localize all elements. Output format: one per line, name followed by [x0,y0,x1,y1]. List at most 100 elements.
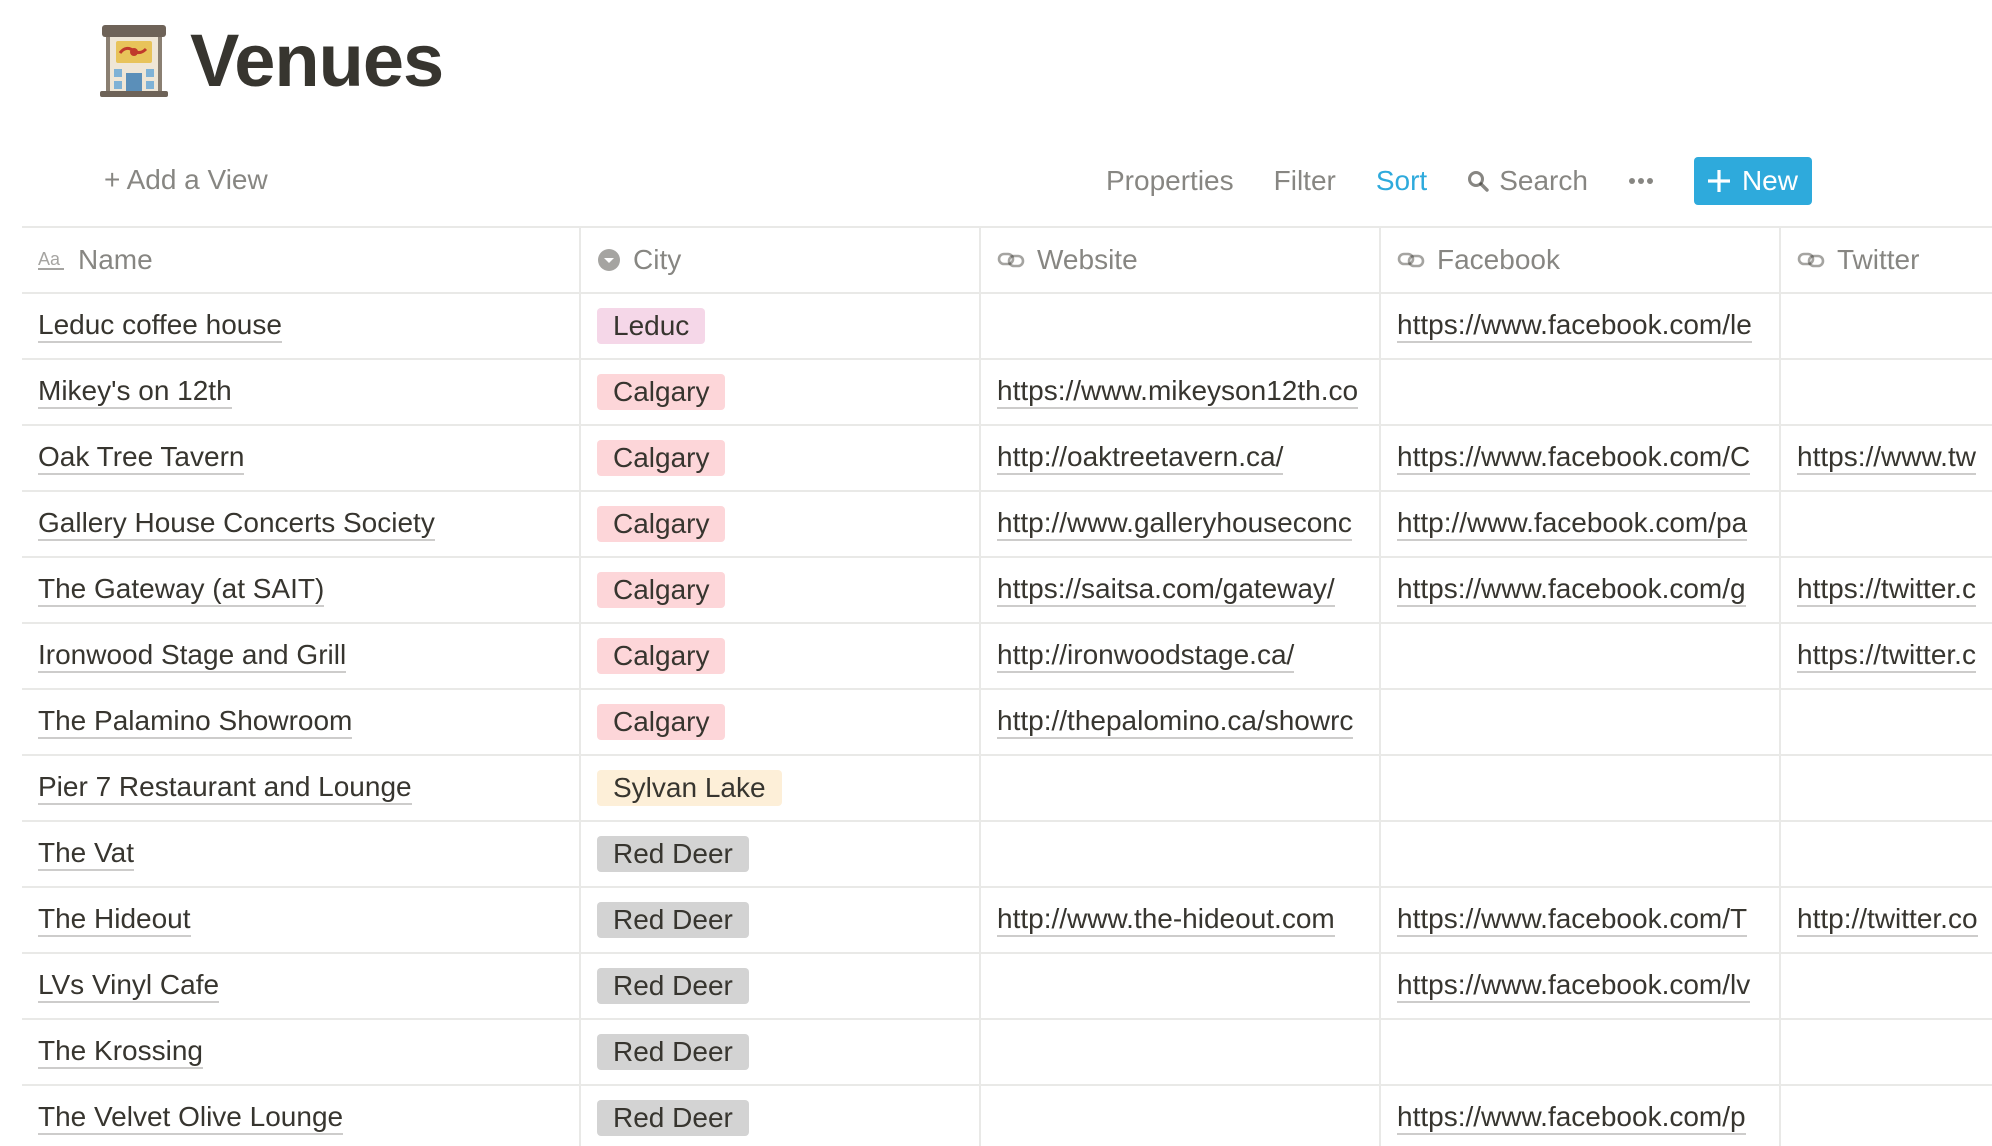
name-cell[interactable]: Leduc coffee house [22,294,581,358]
name-cell[interactable]: Ironwood Stage and Grill [22,624,581,688]
website-cell[interactable] [981,294,1381,358]
more-options-button[interactable] [1628,177,1654,185]
twitter-cell[interactable] [1781,954,1992,1018]
website-cell[interactable] [981,1020,1381,1084]
facebook-link[interactable]: https://www.facebook.com/lv [1397,969,1751,1003]
name-cell[interactable]: The Hideout [22,888,581,952]
twitter-link[interactable]: https://www.tw [1797,441,1976,475]
table-row[interactable]: Mikey's on 12th Calgary https://www.mikeys… [22,360,1992,426]
twitter-link[interactable]: http://twitter.co [1797,903,1978,937]
twitter-cell[interactable]: https://twitter.c [1781,558,1992,622]
twitter-cell[interactable] [1781,690,1992,754]
venue-name[interactable]: Leduc coffee house [38,309,282,343]
venue-name[interactable]: Mikey's on 12th [38,375,232,409]
website-link[interactable]: http://www.the-hideout.com [997,903,1335,937]
facebook-cell[interactable] [1381,624,1781,688]
website-cell[interactable]: http://ironwoodstage.ca/ [981,624,1381,688]
venue-name[interactable]: The Velvet Olive Lounge [38,1101,344,1135]
twitter-cell[interactable] [1781,360,1992,424]
website-link[interactable]: http://thepalomino.ca/showrc [997,705,1354,739]
table-row[interactable]: Gallery House Concerts Society Calgary htt… [22,492,1992,558]
website-cell[interactable] [981,954,1381,1018]
facebook-link[interactable]: https://www.facebook.com/C [1397,441,1751,475]
new-button[interactable]: New [1693,157,1812,205]
facebook-link[interactable]: http://www.facebook.com/pa [1397,507,1748,541]
twitter-cell[interactable] [1781,756,1992,820]
city-cell[interactable]: Calgary [581,624,981,688]
website-cell[interactable]: http://www.galleryhouseconc [981,492,1381,556]
twitter-cell[interactable]: https://www.tw [1781,426,1992,490]
name-cell[interactable]: The Gateway (at SAIT) [22,558,581,622]
city-cell[interactable]: Calgary [581,360,981,424]
name-cell[interactable]: Oak Tree Tavern [22,426,581,490]
venue-name[interactable]: The Vat [38,837,134,871]
website-cell[interactable] [981,756,1381,820]
table-row[interactable]: LVs Vinyl Cafe Red Deer https://www.facebo… [22,954,1992,1020]
name-cell[interactable]: Pier 7 Restaurant and Lounge [22,756,581,820]
website-link[interactable]: http://ironwoodstage.ca/ [997,639,1295,673]
facebook-cell[interactable]: https://www.facebook.com/le [1381,294,1781,358]
post-office-icon[interactable] [98,23,170,99]
facebook-link[interactable]: https://www.facebook.com/p [1397,1101,1746,1135]
table-row[interactable]: Pier 7 Restaurant and Lounge Sylvan Lake [22,756,1992,822]
facebook-cell[interactable]: https://www.facebook.com/lv [1381,954,1781,1018]
website-cell[interactable] [981,1086,1381,1146]
table-row[interactable]: The Vat Red Deer [22,822,1992,888]
website-cell[interactable]: https://www.mikeyson12th.co [981,360,1381,424]
column-header-name[interactable]: Aa Name [22,228,581,292]
city-cell[interactable]: Sylvan Lake [581,756,981,820]
facebook-cell[interactable]: http://www.facebook.com/pa [1381,492,1781,556]
name-cell[interactable]: The Vat [22,822,581,886]
city-cell[interactable]: Calgary [581,492,981,556]
website-link[interactable]: https://www.mikeyson12th.co [997,375,1359,409]
facebook-cell[interactable] [1381,360,1781,424]
table-row[interactable]: The Velvet Olive Lounge Red Deer https://w… [22,1086,1992,1146]
twitter-cell[interactable] [1781,1086,1992,1146]
twitter-link[interactable]: https://twitter.c [1797,573,1976,607]
name-cell[interactable]: The Velvet Olive Lounge [22,1086,581,1146]
city-cell[interactable]: Red Deer [581,888,981,952]
venue-name[interactable]: Gallery House Concerts Society [38,507,435,541]
venue-name[interactable]: Pier 7 Restaurant and Lounge [38,771,412,805]
column-header-website[interactable]: Website [981,228,1381,292]
twitter-cell[interactable] [1781,294,1992,358]
name-cell[interactable]: Gallery House Concerts Society [22,492,581,556]
website-link[interactable]: http://www.galleryhouseconc [997,507,1352,541]
table-row[interactable]: The Palamino Showroom Calgary http://thepa… [22,690,1992,756]
city-cell[interactable]: Leduc [581,294,981,358]
facebook-cell[interactable]: https://www.facebook.com/g [1381,558,1781,622]
facebook-cell[interactable]: https://www.facebook.com/p [1381,1086,1781,1146]
facebook-link[interactable]: https://www.facebook.com/T [1397,903,1748,937]
twitter-cell[interactable] [1781,492,1992,556]
website-cell[interactable]: http://thepalomino.ca/showrc [981,690,1381,754]
table-row[interactable]: Leduc coffee house Leduc https://www.faceb… [22,294,1992,360]
venue-name[interactable]: The Krossing [38,1035,203,1069]
sort-button[interactable]: Sort [1376,165,1427,197]
name-cell[interactable]: The Krossing [22,1020,581,1084]
facebook-cell[interactable] [1381,756,1781,820]
facebook-cell[interactable] [1381,822,1781,886]
city-cell[interactable]: Red Deer [581,822,981,886]
city-cell[interactable]: Red Deer [581,1020,981,1084]
website-link[interactable]: https://saitsa.com/gateway/ [997,573,1335,607]
table-row[interactable]: The Krossing Red Deer [22,1020,1992,1086]
facebook-cell[interactable] [1381,1020,1781,1084]
twitter-link[interactable]: https://twitter.c [1797,639,1976,673]
website-cell[interactable]: http://www.the-hideout.com [981,888,1381,952]
website-cell[interactable]: https://saitsa.com/gateway/ [981,558,1381,622]
name-cell[interactable]: LVs Vinyl Cafe [22,954,581,1018]
city-cell[interactable]: Calgary [581,690,981,754]
facebook-cell[interactable] [1381,690,1781,754]
city-cell[interactable]: Red Deer [581,1086,981,1146]
twitter-cell[interactable] [1781,1020,1992,1084]
venue-name[interactable]: The Gateway (at SAIT) [38,573,325,607]
twitter-cell[interactable]: https://twitter.c [1781,624,1992,688]
facebook-cell[interactable]: https://www.facebook.com/T [1381,888,1781,952]
website-cell[interactable]: http://oaktreetavern.ca/ [981,426,1381,490]
facebook-link[interactable]: https://www.facebook.com/g [1397,573,1746,607]
name-cell[interactable]: Mikey's on 12th [22,360,581,424]
column-header-city[interactable]: City [581,228,981,292]
venue-name[interactable]: Oak Tree Tavern [38,441,245,475]
properties-button[interactable]: Properties [1106,165,1234,197]
add-view-button[interactable]: + Add a View [104,164,268,196]
